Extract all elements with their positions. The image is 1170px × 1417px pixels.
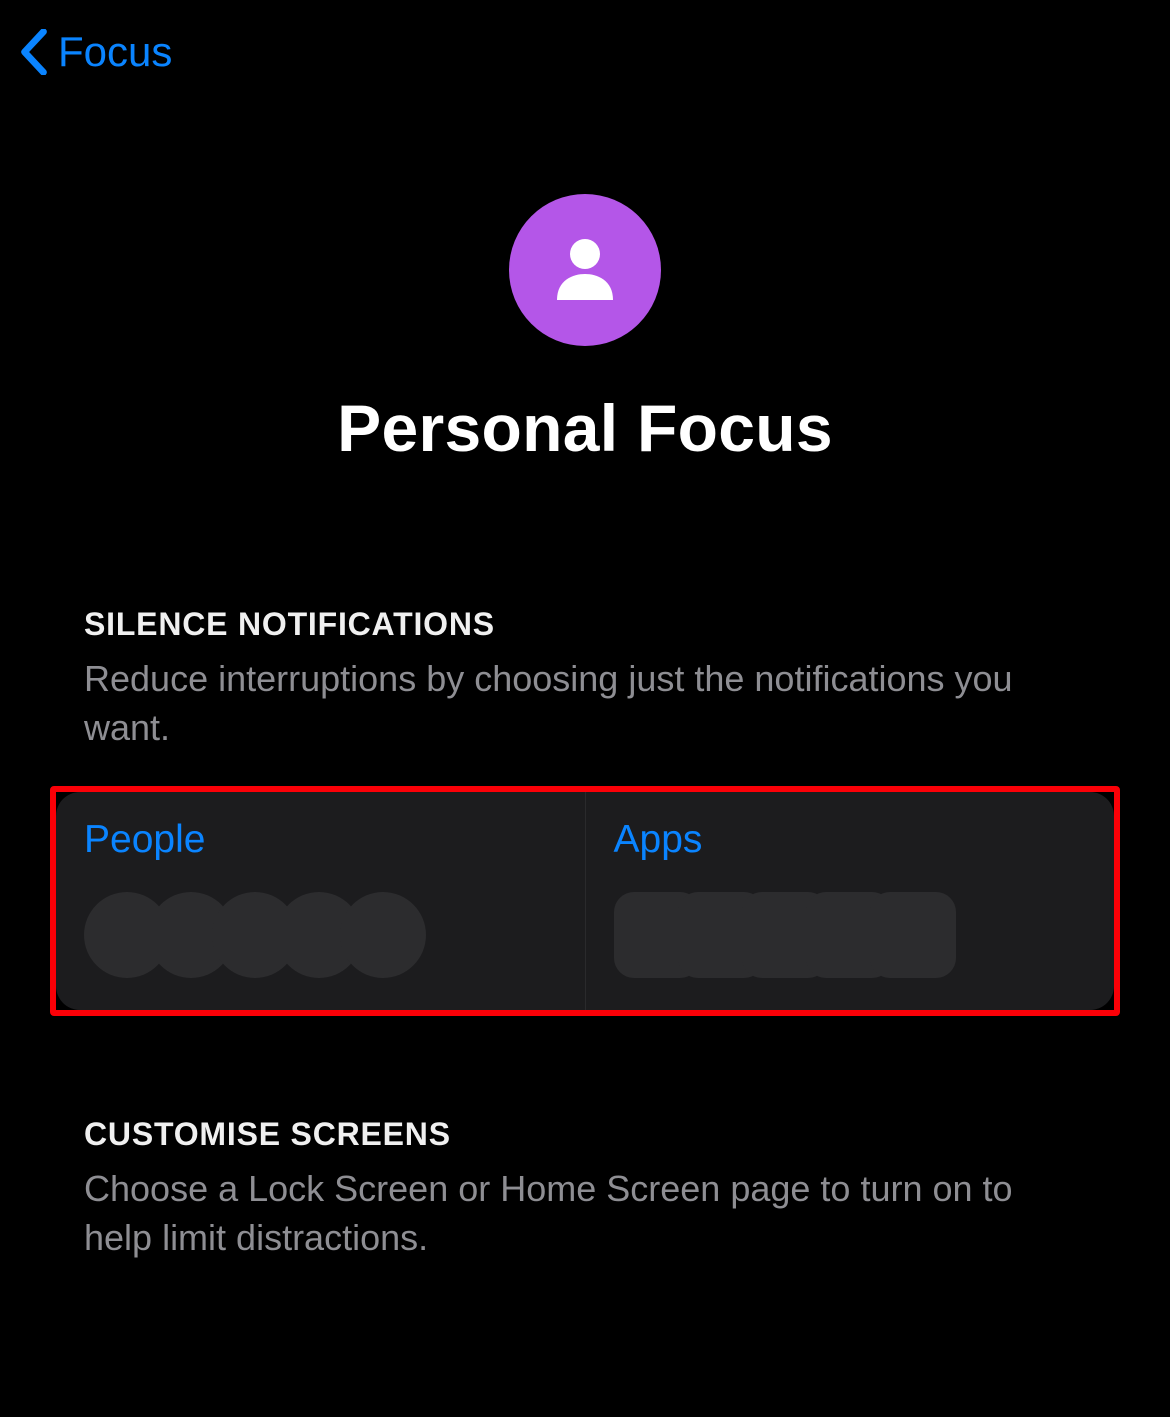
- focus-header: Personal Focus: [0, 104, 1170, 466]
- apps-placeholders: [614, 892, 1087, 978]
- people-card[interactable]: People: [56, 792, 586, 1010]
- focus-icon-circle: [509, 194, 661, 346]
- section-header-silence: SILENCE NOTIFICATIONS: [84, 606, 1086, 643]
- person-icon: [545, 228, 625, 313]
- people-placeholders: [84, 892, 557, 978]
- page-title: Personal Focus: [337, 390, 833, 466]
- avatar-placeholder-icon: [340, 892, 426, 978]
- people-card-label: People: [84, 818, 557, 862]
- customise-screens-section: CUSTOMISE SCREENS Choose a Lock Screen o…: [0, 1116, 1170, 1262]
- chevron-left-icon[interactable]: [20, 29, 48, 75]
- apps-card[interactable]: Apps: [586, 792, 1115, 1010]
- app-placeholder-icon: [870, 892, 956, 978]
- section-header-customise: CUSTOMISE SCREENS: [84, 1116, 1086, 1153]
- nav-bar: Focus: [0, 0, 1170, 104]
- silence-notifications-section: SILENCE NOTIFICATIONS Reduce interruptio…: [0, 606, 1170, 1016]
- section-desc-customise: Choose a Lock Screen or Home Screen page…: [84, 1165, 1086, 1262]
- notification-cards-row: People Apps: [50, 786, 1120, 1016]
- section-desc-silence: Reduce interruptions by choosing just th…: [84, 655, 1086, 752]
- back-button-label[interactable]: Focus: [58, 28, 172, 76]
- apps-card-label: Apps: [614, 818, 1087, 862]
